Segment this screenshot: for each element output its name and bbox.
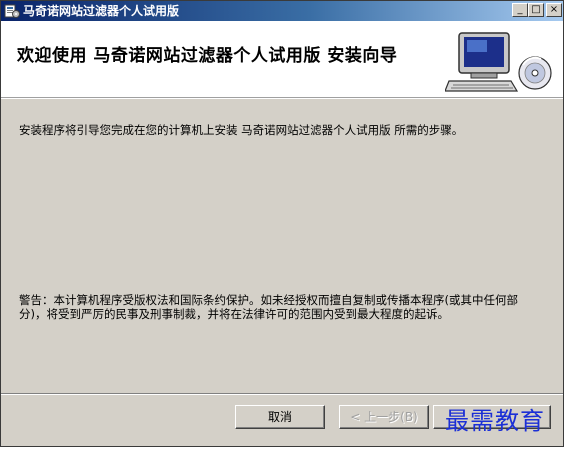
cancel-button[interactable]: 取消: [235, 405, 325, 429]
copyright-warning: 警告：本计算机程序受版权法和国际条约保护。如未经授权而擅自复制或传播本程序(或其…: [19, 293, 518, 321]
maximize-button[interactable]: □: [528, 3, 544, 17]
installer-app-icon: [4, 4, 20, 18]
footer-divider-highlight: [1, 394, 563, 395]
intro-text: 安装程序将引导您完成在您的计算机上安装 马奇诺网站过滤器个人试用版 所需的步骤。: [19, 123, 464, 137]
watermark-text: 最需教育: [445, 407, 545, 435]
minimize-button[interactable]: _: [512, 3, 528, 17]
header-title: 欢迎使用 马奇诺网站过滤器个人试用版 安装向导: [17, 46, 398, 66]
header-divider: [1, 98, 563, 99]
computer-cd-icon: [445, 32, 552, 92]
wizard-header: 欢迎使用 马奇诺网站过滤器个人试用版 安装向导: [1, 21, 563, 98]
installer-window: 马奇诺网站过滤器个人试用版 _ □ × 欢迎使用 马奇诺网站过滤器个人试用版 安…: [0, 0, 564, 447]
title-bar[interactable]: 马奇诺网站过滤器个人试用版 _ □ ×: [1, 1, 563, 21]
back-button[interactable]: < 上一步(B): [339, 405, 429, 429]
window-title: 马奇诺网站过滤器个人试用版: [23, 4, 180, 18]
close-button[interactable]: ×: [546, 3, 562, 17]
